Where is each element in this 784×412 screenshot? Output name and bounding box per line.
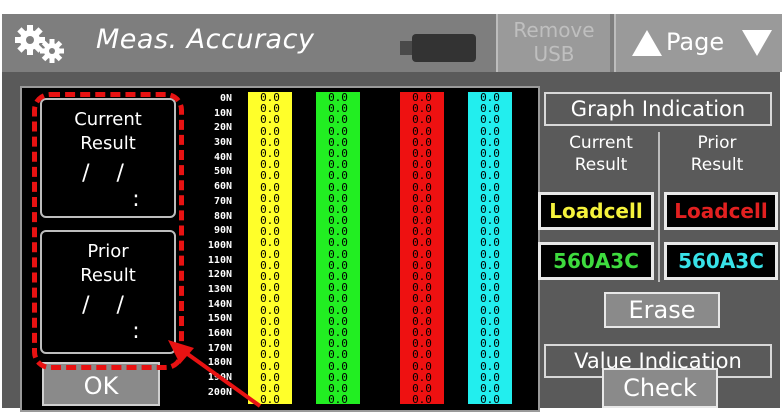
value-cell: 0.0 bbox=[328, 359, 348, 373]
value-cell: 0.0 bbox=[480, 113, 500, 127]
scale-label: 30N bbox=[213, 137, 232, 149]
red-arrow-annotation bbox=[168, 340, 262, 408]
value-cell: 0.0 bbox=[412, 292, 432, 306]
value-cell: 0.0 bbox=[328, 236, 348, 250]
value-cell: 0.0 bbox=[328, 180, 348, 194]
graph-indication-title: Graph Indication bbox=[544, 92, 772, 126]
scale-label: 60N bbox=[213, 181, 232, 193]
value-cell: 0.0 bbox=[328, 393, 348, 407]
scale-label: 140N bbox=[207, 298, 232, 310]
current-sensor-toggle[interactable]: 560A3C bbox=[538, 242, 654, 280]
scale-label: 40N bbox=[213, 151, 232, 163]
header-bar: Meas. Accuracy Remove USB Page bbox=[2, 14, 782, 72]
graph-current-label-line2: Result bbox=[574, 155, 628, 175]
usb-drive-icon bbox=[400, 34, 476, 62]
graph-indication-divider bbox=[658, 132, 660, 282]
scale-label: 120N bbox=[207, 269, 232, 281]
scale-label: 90N bbox=[213, 225, 232, 237]
scale-label: 130N bbox=[207, 283, 232, 295]
value-cell: 0.0 bbox=[480, 292, 500, 306]
value-cell: 0.0 bbox=[328, 113, 348, 127]
scale-label: 80N bbox=[213, 210, 232, 222]
graph-current-result-label: Current Result bbox=[546, 132, 656, 176]
value-cell: 0.0 bbox=[328, 169, 348, 183]
value-cell: 0.0 bbox=[412, 393, 432, 407]
erase-button[interactable]: Erase bbox=[604, 292, 720, 328]
graph-prior-label-line1: Prior bbox=[697, 133, 737, 153]
value-cell: 0.0 bbox=[480, 393, 500, 407]
page-navigation: Page bbox=[614, 14, 782, 72]
value-cell: 0.0 bbox=[412, 113, 432, 127]
value-cell: 0.0 bbox=[328, 348, 348, 362]
remove-usb-label-line2: USB bbox=[533, 42, 575, 66]
value-column-green: 0.0 0.0 0.0 0.0 0.0 0.0 0.0 0.0 0.0 0.0 0.0 0.0 0.0 0… bbox=[316, 92, 360, 407]
value-cell: 0.0 bbox=[412, 348, 432, 362]
value-cell: 0.0 bbox=[260, 236, 280, 250]
highlight-dashed-box bbox=[32, 92, 184, 370]
prior-sensor-toggle[interactable]: 560A3C bbox=[664, 242, 778, 280]
value-cell: 0.0 bbox=[480, 359, 500, 373]
value-cell: 0.0 bbox=[260, 292, 280, 306]
value-cell: 0.0 bbox=[260, 169, 280, 183]
graph-prior-label-line2: Result bbox=[690, 155, 744, 175]
value-cell: 0.0 bbox=[480, 236, 500, 250]
check-button[interactable]: Check bbox=[602, 368, 718, 408]
gears-icon[interactable] bbox=[14, 24, 70, 64]
value-cell: 0.0 bbox=[328, 292, 348, 306]
scale-label: 10N bbox=[213, 107, 232, 119]
screen-title: Meas. Accuracy bbox=[96, 24, 315, 55]
graph-current-label-line1: Current bbox=[569, 133, 633, 153]
page-down-icon[interactable] bbox=[742, 30, 772, 56]
value-column-cyan: 0.0 0.0 0.0 0.0 0.0 0.0 0.0 0.0 0.0 0.0 0.0 0.0 0.0 0… bbox=[468, 92, 512, 407]
page-label: Page bbox=[666, 28, 725, 56]
scale-label: 20N bbox=[213, 122, 232, 134]
scale-label: 70N bbox=[213, 195, 232, 207]
current-loadcell-toggle[interactable]: Loadcell bbox=[538, 192, 654, 230]
value-cell: 0.0 bbox=[412, 180, 432, 194]
value-column-red: 0.0 0.0 0.0 0.0 0.0 0.0 0.0 0.0 0.0 0.0 0.0 0.0 0.0 0… bbox=[400, 92, 444, 407]
remove-usb-label-line1: Remove bbox=[513, 18, 595, 42]
value-cell: 0.0 bbox=[480, 348, 500, 362]
value-cell: 0.0 bbox=[260, 113, 280, 127]
value-cell: 0.0 bbox=[260, 180, 280, 194]
prior-loadcell-toggle[interactable]: Loadcell bbox=[664, 192, 778, 230]
value-cell: 0.0 bbox=[412, 236, 432, 250]
scale-label: 0N bbox=[219, 93, 232, 104]
page-up-icon[interactable] bbox=[632, 30, 662, 56]
scale-label: 50N bbox=[213, 166, 232, 178]
value-cell: 0.0 bbox=[412, 169, 432, 183]
value-cell: 0.0 bbox=[412, 359, 432, 373]
scale-label: 150N bbox=[207, 313, 232, 325]
scale-label: 110N bbox=[207, 254, 232, 266]
remove-usb-button[interactable]: Remove USB bbox=[496, 14, 610, 72]
scale-label: 100N bbox=[207, 239, 232, 251]
graph-prior-result-label: Prior Result bbox=[662, 132, 772, 176]
value-cell: 0.0 bbox=[480, 169, 500, 183]
value-cell: 0.0 bbox=[480, 180, 500, 194]
